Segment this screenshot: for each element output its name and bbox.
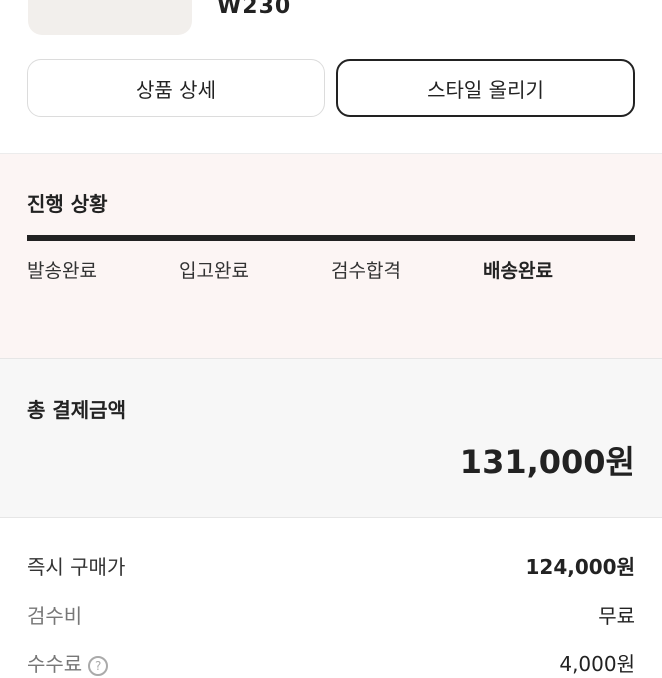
total-payment-section: 총 결제금액 131,000원 [0,358,662,518]
inspection-fee-label: 검수비 [27,604,83,628]
product-thumbnail[interactable] [28,0,192,35]
progress-bar [27,235,635,241]
step-inspection-passed: 검수합격 [331,260,401,282]
price-row-inspection-fee: 검수비 무료 [27,600,635,630]
step-received: 입고완료 [179,260,249,282]
info-icon[interactable]: ? [88,655,109,676]
progress-title: 진행 상황 [27,192,108,216]
step-shipped: 발송완료 [27,260,97,282]
progress-section: 진행 상황 발송완료 입고완료 검수합격 배송완료 [0,153,662,358]
commission-label-text: 수수료 [27,652,83,676]
price-row-instant-buy: 즉시 구매가 124,000원 [27,551,635,581]
commission-label: 수수료? [27,648,109,677]
product-size: W230 [217,0,292,19]
instant-buy-value: 124,000원 [525,555,636,579]
commission-value: 4,000원 [559,652,635,676]
upload-style-button[interactable]: 스타일 올리기 [336,59,635,117]
total-payment-title: 총 결제금액 [27,398,126,422]
inspection-fee-value: 무료 [598,604,635,628]
instant-buy-label: 즉시 구매가 [27,555,126,579]
price-row-commission: 수수료? 4,000원 [27,648,635,678]
total-payment-amount: 131,000원 [459,443,635,481]
step-delivered: 배송완료 [483,260,553,282]
product-detail-button[interactable]: 상품 상세 [27,59,325,117]
